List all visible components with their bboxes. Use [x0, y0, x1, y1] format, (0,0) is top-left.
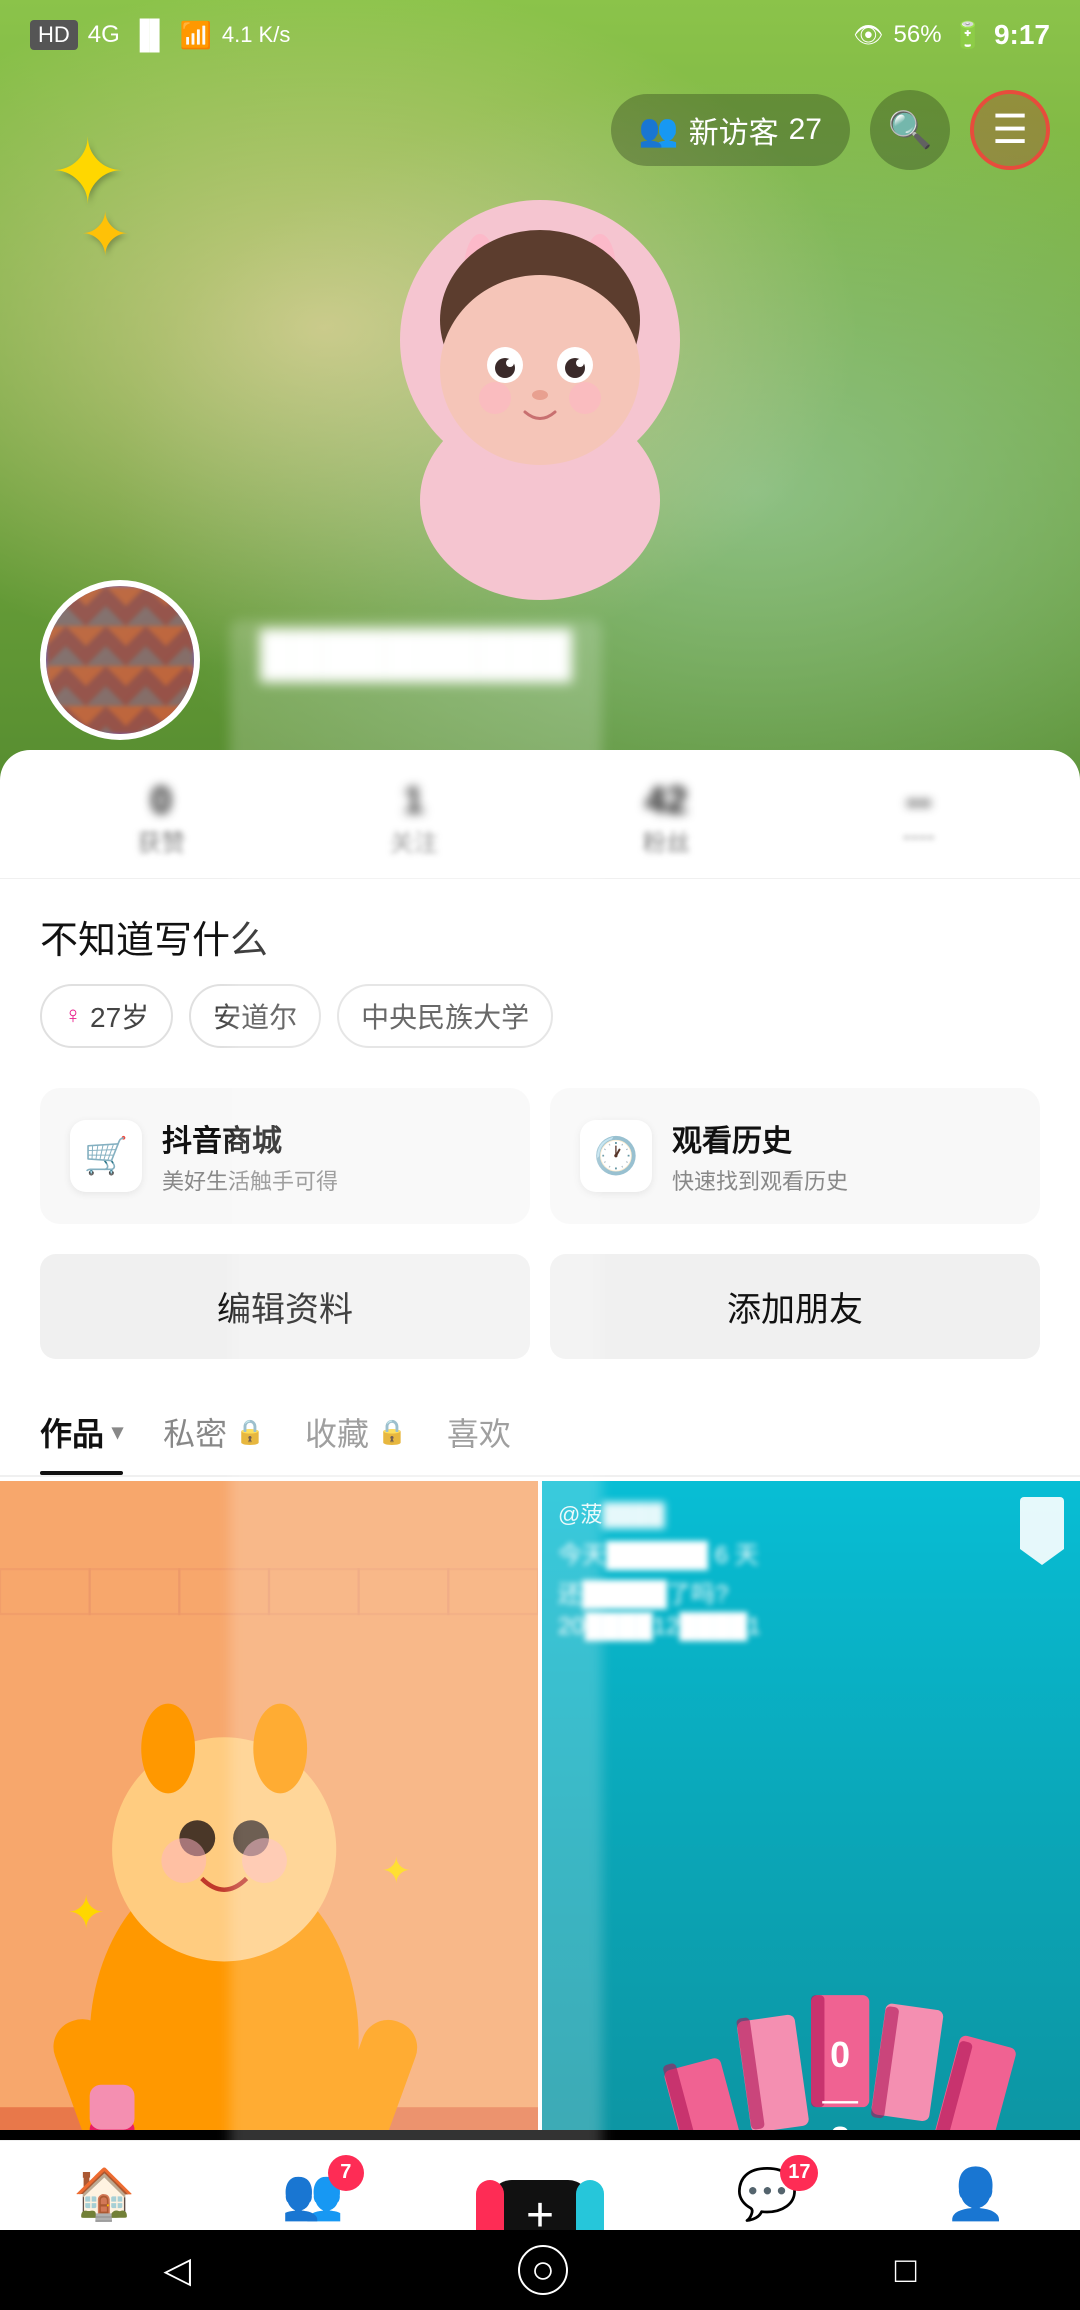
grid-item-video[interactable]: 0 — 2 @菠████ 今天██████ 6 天 还█████了吗? 20██…	[542, 1481, 1080, 2130]
back-button[interactable]: ◁	[163, 2249, 191, 2291]
wifi-icon: 📶	[179, 20, 211, 51]
recent-button[interactable]: □	[895, 2249, 917, 2291]
video-line3: 20████12████1	[558, 1613, 1064, 1641]
user-name-blurred: ██████████	[230, 620, 602, 2190]
video-overlay-text: @菠████ 今天██████ 6 天 还█████了吗? 20████12██…	[558, 1497, 1064, 1641]
video-user-tag: @菠████	[558, 1497, 1064, 1529]
android-nav-bar: ◁ ○ □	[0, 2230, 1080, 2310]
signal-bars: ▐▌	[130, 19, 170, 51]
battery-icon: 🔋	[952, 20, 984, 51]
history-title: 观看历史	[672, 1116, 848, 1160]
svg-text:0: 0	[830, 2035, 850, 2075]
history-subtitle: 快速找到观看历史	[672, 1164, 848, 1196]
visitor-label: 新访客	[689, 108, 779, 152]
stat-other-number: --	[798, 780, 1041, 823]
video-line1: 今天██████ 6 天	[558, 1535, 1064, 1570]
home-button[interactable]: ○	[518, 2245, 568, 2295]
avatar[interactable]	[40, 580, 200, 740]
header-overlay: 👥 新访客 27 🔍 ☰	[0, 70, 1080, 190]
status-right: 👁 56% 🔋 9:17	[853, 19, 1050, 51]
eye-icon: 👁	[853, 21, 883, 50]
speed-label: 4.1 K/s	[222, 22, 290, 48]
visitor-icon: 👥	[639, 111, 679, 149]
status-bar: HD 4G ▐▌ 📶 4.1 K/s 👁 56% 🔋 9:17	[0, 0, 1080, 70]
time-display: 9:17	[994, 19, 1050, 51]
add-friend-button[interactable]: 添加朋友	[550, 1254, 1040, 1359]
messages-badge: 17	[780, 2155, 818, 2191]
friends-badge: 7	[328, 2155, 364, 2191]
signal-4g: 4G	[88, 21, 120, 49]
menu-button[interactable]: ☰	[970, 90, 1050, 170]
battery-percent: 56%	[894, 21, 942, 49]
profile-icon: 👤	[945, 2165, 1007, 2224]
video-line2: 还█████了吗?	[558, 1574, 1064, 1609]
stat-other-label: ----	[798, 823, 1041, 851]
search-button[interactable]: 🔍	[870, 90, 950, 170]
svg-text:—: —	[822, 2080, 858, 2120]
bookmark-icon	[1020, 1497, 1064, 1549]
history-text: 观看历史 快速找到观看历史	[672, 1116, 848, 1196]
hd-label: HD	[30, 20, 78, 50]
home-icon: 🏠	[73, 2165, 135, 2224]
menu-icon: ☰	[992, 107, 1028, 153]
stat-other[interactable]: -- ----	[798, 780, 1041, 858]
history-action[interactable]: 🕐 观看历史 快速找到观看历史	[550, 1088, 1040, 1224]
visitor-count: 27	[789, 113, 822, 147]
svg-text:2: 2	[830, 2120, 850, 2130]
status-left: HD 4G ▐▌ 📶 4.1 K/s	[30, 19, 290, 51]
visitor-button[interactable]: 👥 新访客 27	[611, 94, 850, 166]
search-icon: 🔍	[888, 109, 933, 151]
avatar-image	[46, 586, 194, 734]
star-decoration-2: ✦	[80, 200, 130, 270]
avatar-area	[40, 580, 200, 2190]
